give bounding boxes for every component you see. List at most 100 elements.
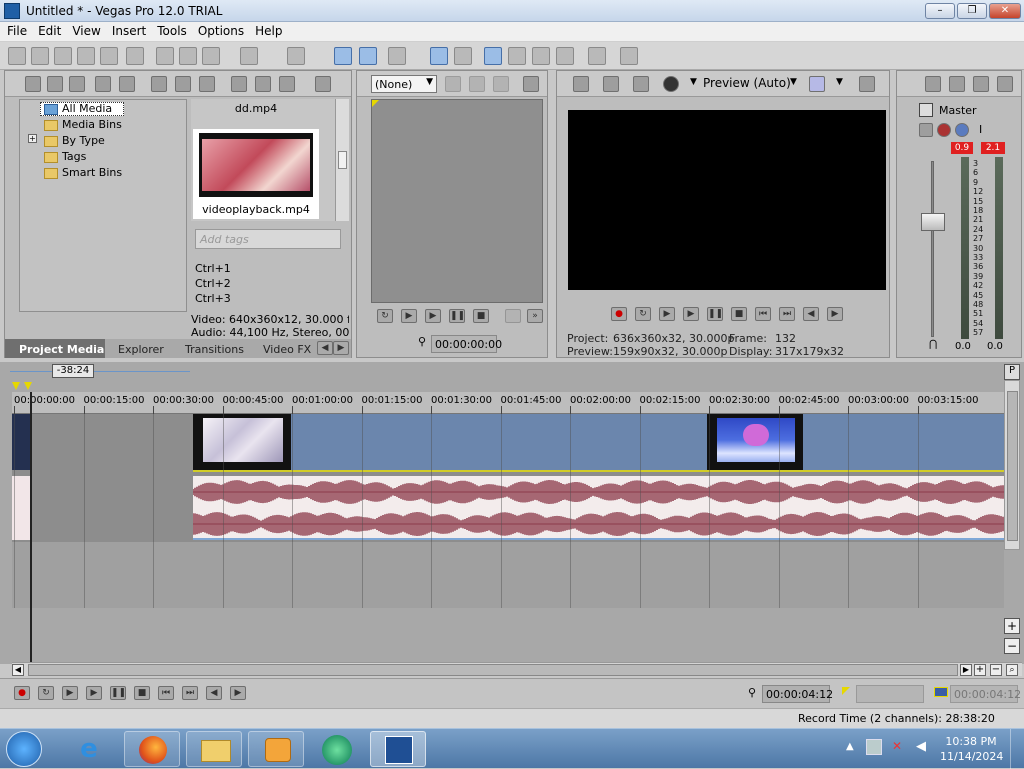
mute-icon[interactable] xyxy=(955,123,969,137)
downmix-icon[interactable] xyxy=(997,76,1013,92)
peak-left[interactable]: 0.9 xyxy=(951,142,973,154)
expand-icon[interactable]: + xyxy=(28,134,37,143)
snapping-icon[interactable] xyxy=(484,47,502,65)
play-from-start-icon[interactable]: ▶ xyxy=(659,307,675,321)
split-screen-icon[interactable] xyxy=(633,76,649,92)
master-fx-icon[interactable] xyxy=(937,123,951,137)
next-frame-icon[interactable]: ▶ xyxy=(827,307,843,321)
menu-view[interactable]: View xyxy=(68,22,104,38)
trimmer-timecode[interactable]: 00:00:00:00 xyxy=(431,335,502,353)
vegas-taskbar-button[interactable] xyxy=(370,731,426,767)
pause-icon[interactable]: ❚❚ xyxy=(449,309,465,323)
volume-icon[interactable]: ◀ xyxy=(916,739,932,755)
zoom-in-icon[interactable]: + xyxy=(974,664,986,676)
scroll-left-icon[interactable]: ◀ xyxy=(12,664,24,676)
record-frame-icon[interactable] xyxy=(663,76,679,92)
save-as-icon[interactable] xyxy=(77,47,95,65)
tab-explorer[interactable]: Explorer xyxy=(118,343,164,356)
video-track[interactable] xyxy=(12,414,1004,474)
go-to-end-icon[interactable]: ⏭ xyxy=(182,686,198,700)
lock-envelopes-icon[interactable] xyxy=(454,47,472,65)
overlays-icon[interactable] xyxy=(809,76,825,92)
add-tags-input[interactable]: Add tags xyxy=(195,229,341,249)
auto-preview-icon[interactable] xyxy=(279,76,295,92)
zoom-tool-icon[interactable]: ⌕ xyxy=(1006,664,1018,676)
record-icon[interactable]: ● xyxy=(611,307,627,321)
external-monitor-icon[interactable] xyxy=(603,76,619,92)
auto-crossfade-icon[interactable] xyxy=(508,47,526,65)
preview-properties-icon[interactable] xyxy=(573,76,589,92)
tab-transitions[interactable]: Transitions xyxy=(185,343,244,356)
envelope-tool-icon[interactable] xyxy=(359,47,377,65)
tab-scroll-left-icon[interactable]: ◀ xyxy=(317,341,333,355)
tree-item-tags[interactable]: Tags xyxy=(62,150,86,163)
selection-start[interactable] xyxy=(856,685,924,703)
cut-icon[interactable] xyxy=(156,47,174,65)
previous-frame-icon[interactable]: ◀ xyxy=(803,307,819,321)
new-project-icon[interactable] xyxy=(8,47,26,65)
menu-tools[interactable]: Tools xyxy=(153,22,191,38)
loop-icon[interactable]: ↻ xyxy=(635,307,651,321)
pause-icon[interactable]: ❚❚ xyxy=(110,686,126,700)
tab-project-media[interactable]: Project Media xyxy=(19,343,104,356)
paste-icon[interactable] xyxy=(202,47,220,65)
media-file-card[interactable]: videoplayback.mp4 xyxy=(193,129,319,219)
menu-options[interactable]: Options xyxy=(194,22,248,38)
trimmer-display-icon[interactable] xyxy=(523,76,539,92)
start-button[interactable] xyxy=(6,731,42,767)
markers-icon[interactable] xyxy=(588,47,606,65)
play-icon[interactable]: ▶ xyxy=(86,686,102,700)
zoom-out-icon[interactable]: − xyxy=(990,664,1002,676)
app-taskbar-button[interactable] xyxy=(310,731,366,767)
mixer-properties-icon[interactable] xyxy=(925,76,941,92)
peak-right[interactable]: 2.1 xyxy=(981,142,1005,154)
loop-end-marker-icon[interactable] xyxy=(24,382,32,390)
timeline-vertical-scrollbar[interactable] xyxy=(1004,380,1020,550)
menu-edit[interactable]: Edit xyxy=(34,22,65,38)
play-icon[interactable]: ▶ xyxy=(425,309,441,323)
record-icon[interactable]: ● xyxy=(14,686,30,700)
more-icon[interactable]: » xyxy=(527,309,543,323)
trimmer-history-icon[interactable] xyxy=(445,76,461,92)
audio-event[interactable] xyxy=(192,476,1004,540)
go-to-start-icon[interactable]: ⏮ xyxy=(755,307,771,321)
zoom-in-vertical-icon[interactable]: + xyxy=(1004,618,1020,634)
tab-video-fx[interactable]: Video FX xyxy=(263,343,311,356)
empty-track-area[interactable] xyxy=(12,542,1004,608)
go-to-start-icon[interactable]: ⏮ xyxy=(158,686,174,700)
cursor-position[interactable]: 00:00:04:12 xyxy=(762,685,833,703)
master-checkbox[interactable] xyxy=(919,103,933,117)
tree-item-by-type[interactable]: By Type xyxy=(62,134,105,147)
show-desktop-button[interactable] xyxy=(1010,729,1024,769)
open-folder-icon[interactable] xyxy=(31,47,49,65)
timeline-horizontal-scrollbar[interactable]: ◀ ▶ + − ⌕ xyxy=(12,662,1022,676)
play-icon[interactable] xyxy=(231,76,247,92)
insert-bus-icon[interactable] xyxy=(949,76,965,92)
close-button[interactable]: ✕ xyxy=(989,3,1021,19)
play-from-start-icon[interactable]: ▶ xyxy=(62,686,78,700)
next-frame-icon[interactable]: ▶ xyxy=(230,686,246,700)
taskbar-clock[interactable]: 10:38 PM 11/14/2024 xyxy=(940,734,1003,764)
solo-icon[interactable]: I xyxy=(979,123,982,136)
stop-icon[interactable] xyxy=(255,76,271,92)
preview-quality[interactable]: Preview (Auto) xyxy=(703,76,791,90)
stop-icon[interactable]: ■ xyxy=(134,686,150,700)
menu-file[interactable]: File xyxy=(3,22,31,38)
scroll-right-icon[interactable]: ▶ xyxy=(960,664,972,676)
media-properties-icon[interactable] xyxy=(175,76,191,92)
ignore-grouping-icon[interactable] xyxy=(532,47,550,65)
get-media-web-icon[interactable] xyxy=(69,76,85,92)
trimmer-copy-icon[interactable] xyxy=(469,76,485,92)
normal-edit-tool-icon[interactable] xyxy=(334,47,352,65)
trimmer-dropdown[interactable]: (None) ▼ xyxy=(371,75,437,93)
add-to-timeline-icon[interactable] xyxy=(505,309,521,323)
lock-icon[interactable] xyxy=(556,47,574,65)
trimmer-clear-icon[interactable] xyxy=(493,76,509,92)
menu-help[interactable]: Help xyxy=(251,22,286,38)
position-marker[interactable]: -38:24 xyxy=(52,364,94,378)
timeline-overview[interactable]: -38:24 xyxy=(10,364,190,378)
media-fx-icon[interactable] xyxy=(199,76,215,92)
loop-icon[interactable]: ↻ xyxy=(38,686,54,700)
audio-clip-start[interactable] xyxy=(12,476,30,540)
loop-icon[interactable]: ↻ xyxy=(377,309,393,323)
